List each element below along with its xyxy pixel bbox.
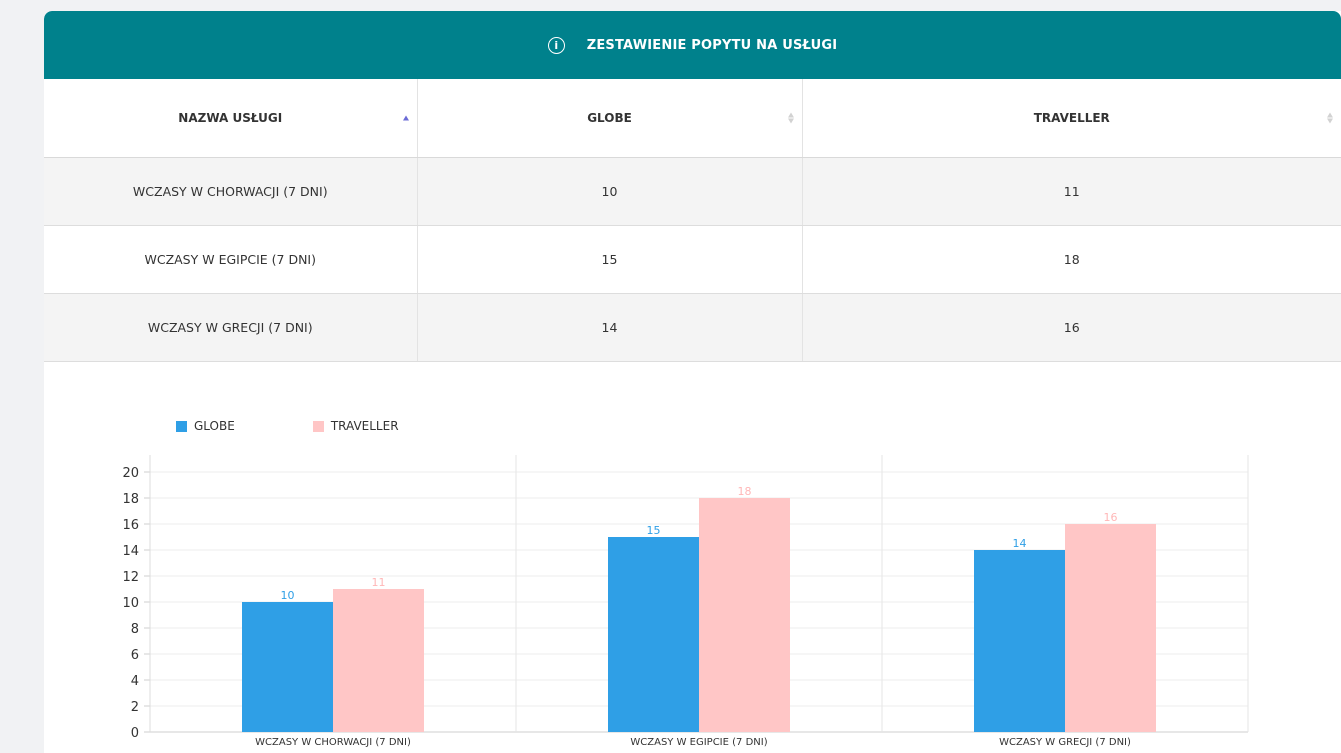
y-tick-label: 14: [122, 544, 139, 559]
column-header-traveller[interactable]: TRAVELLER: [802, 79, 1341, 158]
bar-traveller: [1065, 524, 1156, 732]
table-row: WCZASY W CHORWACJI (7 DNI) 10 11: [44, 157, 1341, 226]
y-tick-label: 16: [122, 518, 139, 533]
y-tick-label: 18: [122, 492, 139, 507]
x-category-label: WCZASY W EGIPCIE (7 DNI): [630, 737, 767, 748]
legend-item-traveller[interactable]: TRAVELLER: [312, 419, 399, 433]
y-tick-label: 6: [131, 648, 139, 663]
demand-table: NAZWA USŁUGI GLOBE TRAVELLER WCZASY W CH…: [44, 79, 1341, 362]
table-cell: WCZASY W EGIPCIE (7 DNI): [44, 225, 418, 294]
table-cell: 10: [417, 157, 803, 226]
y-tick-label: 10: [122, 596, 139, 611]
sort-icon[interactable]: [787, 112, 794, 124]
column-header-label: NAZWA USŁUGI: [178, 111, 283, 125]
bar-globe: [242, 602, 333, 732]
sort-ascending-icon[interactable]: [402, 115, 409, 121]
table-cell: 18: [802, 225, 1341, 294]
y-tick-label: 4: [131, 674, 139, 689]
y-tick-label: 8: [131, 622, 139, 637]
y-tick-label: 20: [122, 466, 139, 481]
x-category-label: WCZASY W GRECJI (7 DNI): [999, 737, 1131, 748]
bar-value-label: 18: [738, 485, 752, 498]
table-cell: 11: [802, 157, 1341, 226]
bar-traveller: [699, 498, 790, 732]
demand-bar-chart: 0 2 4 6 8 10 12 14 16 18 20 10 11 WCZASY W CHORWACJI …: [122, 455, 1249, 748]
table-cell: WCZASY W GRECJI (7 DNI): [44, 293, 418, 362]
column-header-label: TRAVELLER: [1033, 111, 1110, 125]
legend-swatch-globe: [176, 420, 187, 432]
table-row: WCZASY W EGIPCIE (7 DNI) 15 18: [44, 225, 1341, 294]
column-header-service-name[interactable]: NAZWA USŁUGI: [44, 79, 418, 158]
y-tick-label: 2: [131, 700, 139, 715]
x-category-label: WCZASY W CHORWACJI (7 DNI): [255, 737, 411, 748]
bar-globe: [608, 537, 699, 732]
bar-traveller: [333, 589, 424, 732]
bar-value-label: 16: [1104, 511, 1118, 524]
panel-header: i ZESTAWIENIE POPYTU NA USŁUGI: [44, 11, 1341, 79]
table-row: WCZASY W GRECJI (7 DNI) 14 16: [44, 293, 1341, 362]
table-cell: 15: [417, 225, 803, 294]
bar-value-label: 11: [372, 576, 386, 589]
chart-legend: GLOBE TRAVELLER: [176, 419, 477, 433]
panel-title: ZESTAWIENIE POPYTU NA USŁUGI: [586, 37, 838, 53]
bar-value-label: 15: [647, 524, 661, 537]
column-header-globe[interactable]: GLOBE: [417, 79, 803, 158]
bar-value-label: 14: [1013, 537, 1027, 550]
table-cell: WCZASY W CHORWACJI (7 DNI): [44, 157, 418, 226]
column-header-label: GLOBE: [587, 111, 632, 125]
y-tick-label: 0: [131, 726, 139, 741]
bar-value-label: 10: [281, 589, 295, 602]
table-header-row: NAZWA USŁUGI GLOBE TRAVELLER: [44, 79, 1341, 158]
table-cell: 16: [802, 293, 1341, 362]
legend-label-globe: GLOBE: [194, 419, 235, 433]
bar-globe: [974, 550, 1065, 732]
info-icon[interactable]: i: [547, 36, 565, 54]
sort-icon[interactable]: [1327, 112, 1333, 124]
y-tick-label: 12: [122, 570, 139, 585]
legend-swatch-traveller: [312, 420, 324, 432]
legend-item-globe[interactable]: GLOBE: [176, 419, 235, 433]
legend-label-traveller: TRAVELLER: [330, 419, 399, 433]
table-cell: 14: [417, 293, 803, 362]
